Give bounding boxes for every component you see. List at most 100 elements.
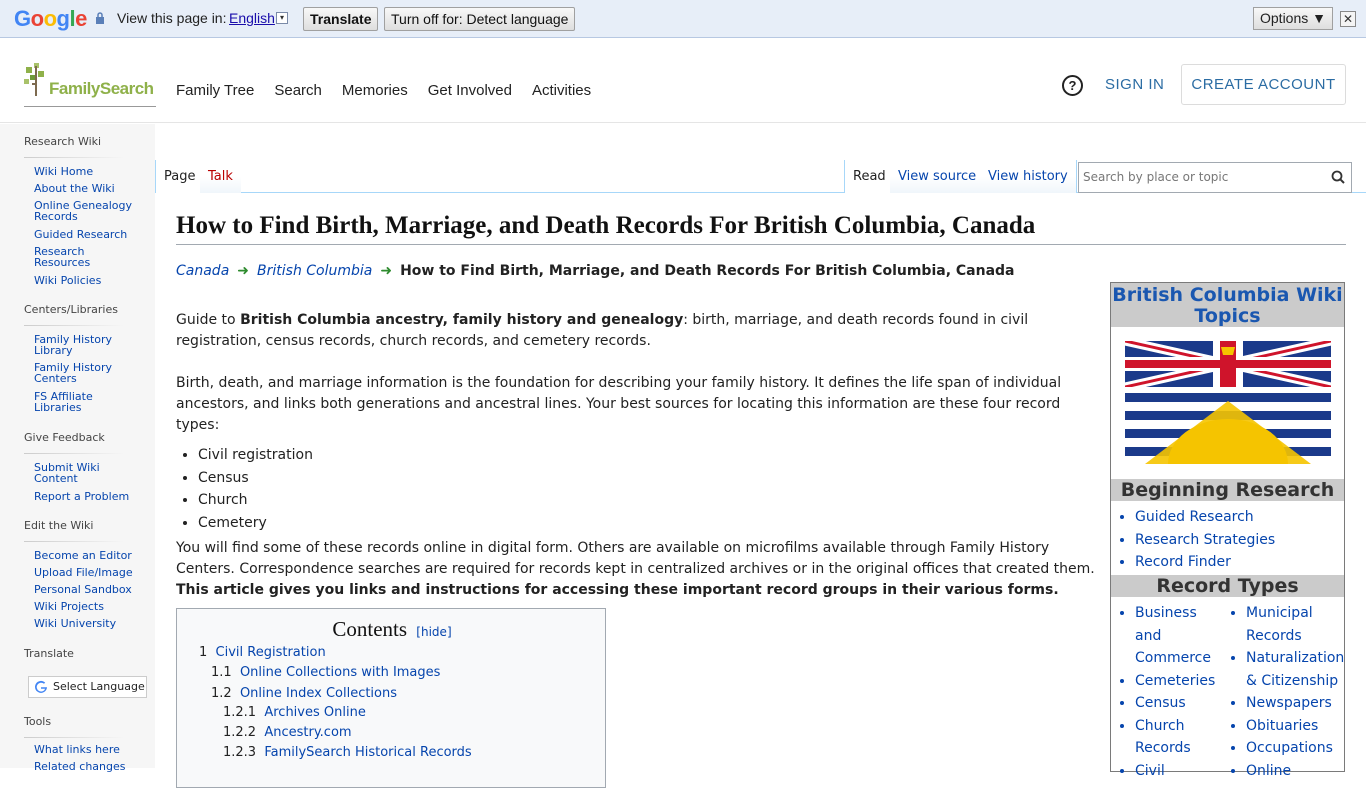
breadcrumb-canada[interactable]: Canada [176,263,229,279]
lock-icon [96,12,104,24]
list-item[interactable]: Civil [1135,760,1220,783]
list-item[interactable]: Occupations [1246,737,1344,760]
list-item: Civil registration [198,444,313,467]
select-language-widget[interactable]: Select Language [28,676,147,698]
sidebar-link-guided-research[interactable]: Guided Research [34,229,127,240]
list-item[interactable]: Cemeteries [1135,670,1220,693]
sidebar-link-about-the-wiki[interactable]: About the Wiki [34,183,115,194]
sidebar-heading-edit-the-wiki: Edit the Wiki [24,519,94,532]
toc-link[interactable]: Online Collections with Images [240,665,440,680]
list-item[interactable]: Business and Commerce [1135,602,1220,670]
tree-logo-icon [24,63,44,96]
search-icon[interactable] [1331,170,1345,184]
sidebar-separator [24,453,124,454]
toc-link[interactable]: Archives Online [264,705,365,720]
intro-prefix: Guide to [176,312,241,328]
intro-paragraph: Guide to British Columbia ancestry, fami… [176,310,1106,352]
nav-search[interactable]: Search [274,82,322,99]
toc-hide-link[interactable]: hide [421,625,447,639]
turn-off-button[interactable]: Turn off for: Detect language [384,7,576,31]
familysearch-logo[interactable]: FamilySearch [24,63,156,107]
list-item: Cemetery [198,512,313,535]
toc-num: 1.1 [211,665,232,680]
toc-title: Contents [332,617,408,641]
list-item[interactable]: Research Strategies [1135,529,1275,552]
page-tabs: Page Talk Read View source View history … [155,160,1366,193]
site-header: FamilySearch Family Tree Search Memories… [0,39,1366,123]
record-types-col2: Municipal Records Naturalization & Citiz… [1246,602,1344,782]
tab-talk[interactable]: Talk [200,160,241,193]
options-button[interactable]: Options ▼ [1253,7,1333,30]
toc-link[interactable]: Ancestry.com [264,725,351,740]
breadcrumb-arrow-icon: ➜ [237,263,250,279]
infobox-title[interactable]: British Columbia Wiki Topics [1111,283,1344,327]
tab-view-source[interactable]: View source [890,160,986,193]
list-item[interactable]: Municipal Records [1246,602,1344,647]
sidebar-link-what-links-here[interactable]: What links here [34,744,120,755]
search-placeholder: Search by place or topic [1083,170,1229,184]
list-item[interactable]: Church Records [1135,715,1220,760]
list-item: Census [198,467,313,490]
language-link[interactable]: English [229,10,275,26]
toc-num: 1 [199,645,208,660]
toc-entry[interactable]: 1.2.2 Ancestry.com [223,725,352,740]
list-item[interactable]: Obituaries [1246,715,1344,738]
sidebar-link-become-an-editor[interactable]: Become an Editor [34,550,132,561]
create-account-button[interactable]: CREATE ACCOUNT [1181,64,1346,105]
sidebar-link-related-changes[interactable]: Related changes [34,761,126,772]
nav-activities[interactable]: Activities [532,82,591,99]
nav-memories[interactable]: Memories [342,82,408,99]
sidebar-heading-research-wiki: Research Wiki [24,135,102,148]
tab-page[interactable]: Page [155,160,205,193]
list-item[interactable]: Newspapers [1246,692,1344,715]
logo-underline [24,106,156,107]
language-dropdown-icon[interactable]: ▾ [276,12,288,24]
tab-read[interactable]: Read [844,160,895,193]
list-item[interactable]: Record Finder [1135,551,1275,574]
sidebar-link-report-a-problem[interactable]: Report a Problem [34,491,129,502]
list-item[interactable]: Census [1135,692,1220,715]
british-columbia-flag-image [1125,341,1331,464]
sidebar-link-upload-file-image[interactable]: Upload File/Image [34,567,133,578]
toc-link[interactable]: Online Index Collections [240,686,397,701]
sidebar-link-research-resources[interactable]: Research Resources [34,246,104,268]
nav-family-tree[interactable]: Family Tree [176,82,254,99]
toc-entry[interactable]: 1.2 Online Index Collections [211,686,397,701]
toc-entry[interactable]: 1.2.3 FamilySearch Historical Records [223,745,472,760]
translate-button[interactable]: Translate [303,7,379,31]
sidebar-link-submit-wiki-content[interactable]: Submit Wiki Content [34,462,114,484]
google-g-icon [35,680,47,693]
sidebar: Research Wiki Wiki Home About the Wiki O… [0,124,155,772]
close-icon[interactable]: ✕ [1340,11,1356,27]
sidebar-link-fs-affiliate-libraries[interactable]: FS Affiliate Libraries [34,391,104,413]
para3-bold: This article gives you links and instruc… [176,582,1059,598]
toc-link[interactable]: FamilySearch Historical Records [264,745,471,760]
list-item[interactable]: Guided Research [1135,506,1275,529]
sidebar-link-wiki-policies[interactable]: Wiki Policies [34,275,101,286]
toc-entry[interactable]: 1 Civil Registration [199,645,326,660]
wiki-search-input[interactable]: Search by place or topic [1078,162,1352,193]
nav-get-involved[interactable]: Get Involved [428,82,512,99]
toc-entry[interactable]: 1.1 Online Collections with Images [211,665,440,680]
intro-bold: British Columbia ancestry, family histor… [240,312,684,328]
tab-view-history[interactable]: View history [980,160,1077,193]
sidebar-link-family-history-centers[interactable]: Family History Centers [34,362,124,384]
list-item[interactable]: Online [1246,760,1344,783]
para3-text: You will find some of these records onli… [176,540,1095,577]
sign-in-link[interactable]: SIGN IN [1105,76,1164,93]
toc-num: 1.2.2 [223,725,257,740]
sidebar-separator [24,737,124,738]
sidebar-link-personal-sandbox[interactable]: Personal Sandbox [34,584,132,595]
sidebar-link-wiki-university[interactable]: Wiki University [34,618,116,629]
help-icon[interactable]: ? [1062,75,1083,96]
sidebar-link-online-genealogy-records[interactable]: Online Genealogy Records [34,200,144,222]
list-item[interactable]: Naturalization & Citizenship [1246,647,1344,692]
sidebar-link-wiki-projects[interactable]: Wiki Projects [34,601,104,612]
sidebar-link-family-history-library[interactable]: Family History Library [34,334,124,356]
breadcrumb-british-columbia[interactable]: British Columbia [257,263,372,279]
toc-hide-toggle[interactable]: [hide] [416,625,451,639]
sidebar-link-wiki-home[interactable]: Wiki Home [34,166,93,177]
toc-entry[interactable]: 1.2.1 Archives Online [223,705,366,720]
online-records-paragraph: You will find some of these records onli… [176,538,1106,601]
toc-link[interactable]: Civil Registration [216,645,326,660]
